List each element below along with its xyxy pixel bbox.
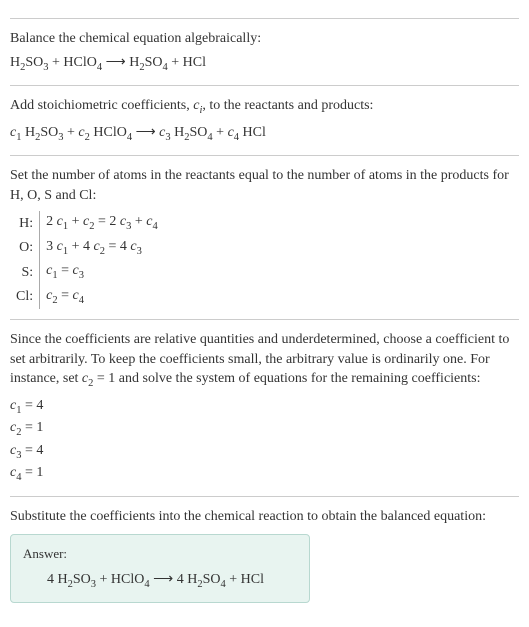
table-row: S: c1 = c3 [10, 260, 164, 284]
atom-equation: c2 = c4 [40, 285, 164, 309]
section-title: Add stoichiometric coefficients, ci, to … [10, 96, 519, 118]
section-answer: Substitute the coefficients into the che… [10, 496, 519, 603]
section-atom-equations: Set the number of atoms in the reactants… [10, 155, 519, 309]
atom-label: S: [10, 260, 40, 284]
coefficient-equation: c1 H2SO3 + c2 HClO4 ⟶ c3 H2SO4 + c4 HCl [10, 123, 519, 145]
atom-label: H: [10, 211, 40, 235]
atom-equations-table: H: 2 c1 + c2 = 2 c3 + c4 O: 3 c1 + 4 c2 … [10, 211, 164, 309]
atom-label: Cl: [10, 285, 40, 309]
section-title: Balance the chemical equation algebraica… [10, 29, 519, 49]
coef-value: c3 = 4 [10, 441, 519, 463]
table-row: H: 2 c1 + c2 = 2 c3 + c4 [10, 211, 164, 235]
atom-label: O: [10, 236, 40, 260]
answer-box: Answer: 4 H2SO3 + HClO4 ⟶ 4 H2SO4 + HCl [10, 534, 310, 603]
balanced-equation: 4 H2SO3 + HClO4 ⟶ 4 H2SO4 + HCl [23, 570, 297, 592]
coef-value: c2 = 1 [10, 418, 519, 440]
section-solve-coefficients: Since the coefficients are relative quan… [10, 319, 519, 486]
section-title: Since the coefficients are relative quan… [10, 330, 519, 392]
coef-value: c4 = 1 [10, 463, 519, 485]
atom-equation: 3 c1 + 4 c2 = 4 c3 [40, 236, 164, 260]
table-row: Cl: c2 = c4 [10, 285, 164, 309]
coef-value: c1 = 4 [10, 396, 519, 418]
coefficient-solutions: c1 = 4 c2 = 1 c3 = 4 c4 = 1 [10, 396, 519, 486]
section-stoichiometric: Add stoichiometric coefficients, ci, to … [10, 85, 519, 145]
section-title: Substitute the coefficients into the che… [10, 507, 519, 527]
atom-equation: c1 = c3 [40, 260, 164, 284]
answer-label: Answer: [23, 545, 297, 563]
section-balance-intro: Balance the chemical equation algebraica… [10, 18, 519, 75]
section-title: Set the number of atoms in the reactants… [10, 166, 519, 205]
atom-equation: 2 c1 + c2 = 2 c3 + c4 [40, 211, 164, 235]
table-row: O: 3 c1 + 4 c2 = 4 c3 [10, 236, 164, 260]
unbalanced-equation: H2SO3 + HClO4 ⟶ H2SO4 + HCl [10, 53, 519, 75]
